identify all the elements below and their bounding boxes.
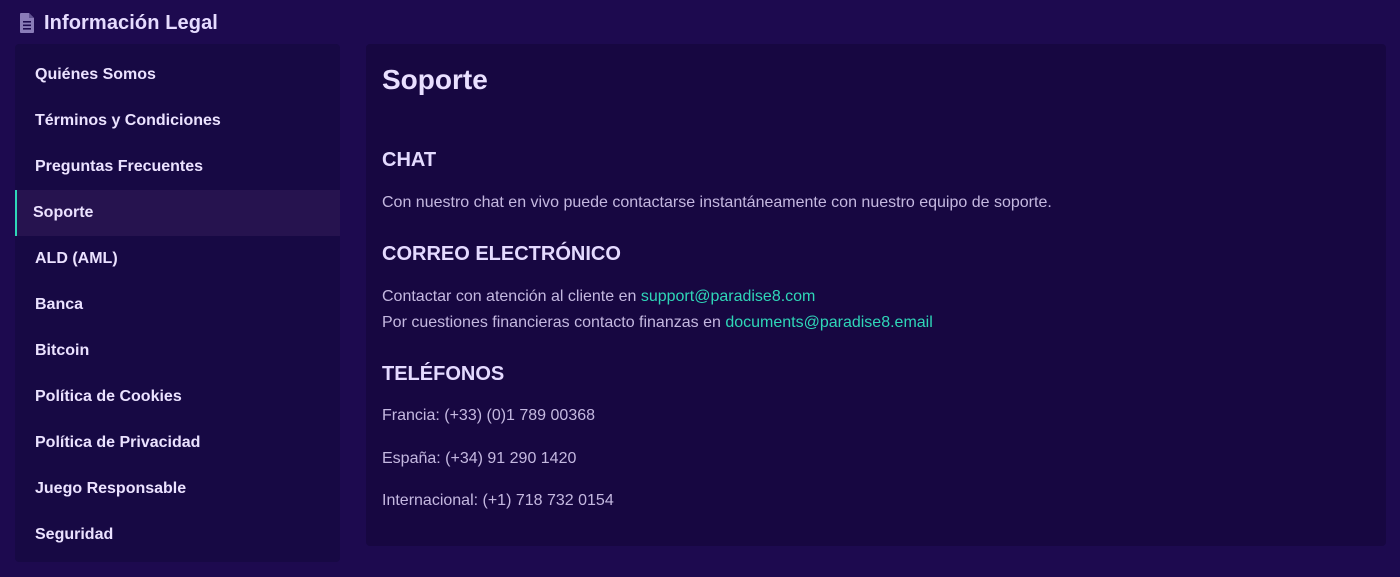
chat-text: Con nuestro chat en vivo puede contactar… bbox=[382, 194, 1052, 211]
sidebar-item-seguridad[interactable]: Seguridad bbox=[15, 512, 340, 558]
email-line-finance: Por cuestiones financieras contacto fina… bbox=[382, 310, 933, 336]
sidebar-item-juego-responsable[interactable]: Juego Responsable bbox=[15, 466, 340, 512]
email-heading: CORREO ELECTRÓNICO bbox=[382, 243, 621, 265]
content-panel: Soporte CHAT Con nuestro chat en vivo pu… bbox=[366, 44, 1386, 546]
sidebar-item-terminos[interactable]: Términos y Condiciones bbox=[15, 98, 340, 144]
page-header-title: Información Legal bbox=[44, 11, 218, 34]
sidebar-item-privacidad[interactable]: Política de Privacidad bbox=[15, 420, 340, 466]
sidebar-item-aml[interactable]: ALD (AML) bbox=[15, 236, 340, 282]
page-title: Soporte bbox=[382, 64, 488, 95]
email-support-prefix: Contactar con atención al cliente en bbox=[382, 288, 641, 305]
documents-email-link[interactable]: documents@paradise8.email bbox=[725, 314, 932, 331]
chat-heading: CHAT bbox=[382, 149, 437, 171]
legal-sidebar: Quiénes Somos Términos y Condiciones Pre… bbox=[15, 44, 340, 562]
sidebar-item-quienes-somos[interactable]: Quiénes Somos bbox=[15, 52, 340, 98]
sidebar-item-faq[interactable]: Preguntas Frecuentes bbox=[15, 144, 340, 190]
email-line-support: Contactar con atención al cliente en sup… bbox=[382, 284, 815, 310]
page-header: Información Legal bbox=[20, 10, 218, 36]
phones-heading: TELÉFONOS bbox=[382, 363, 505, 385]
sidebar-item-cookies[interactable]: Política de Cookies bbox=[15, 374, 340, 420]
sidebar-item-banca[interactable]: Banca bbox=[15, 282, 340, 328]
page: Información Legal Quiénes Somos Términos… bbox=[0, 0, 1400, 577]
support-email-link[interactable]: support@paradise8.com bbox=[641, 288, 816, 305]
email-finance-prefix: Por cuestiones financieras contacto fina… bbox=[382, 314, 726, 331]
sidebar-item-soporte[interactable]: Soporte bbox=[15, 190, 340, 236]
phone-france: Francia: (+33) (0)1 789 00368 bbox=[382, 407, 596, 424]
phone-international: Internacional: (+1) 718 732 0154 bbox=[382, 492, 614, 509]
sidebar-item-bitcoin[interactable]: Bitcoin bbox=[15, 328, 340, 374]
phone-spain: España: (+34) 91 290 1420 bbox=[382, 450, 577, 467]
document-icon bbox=[20, 13, 34, 33]
